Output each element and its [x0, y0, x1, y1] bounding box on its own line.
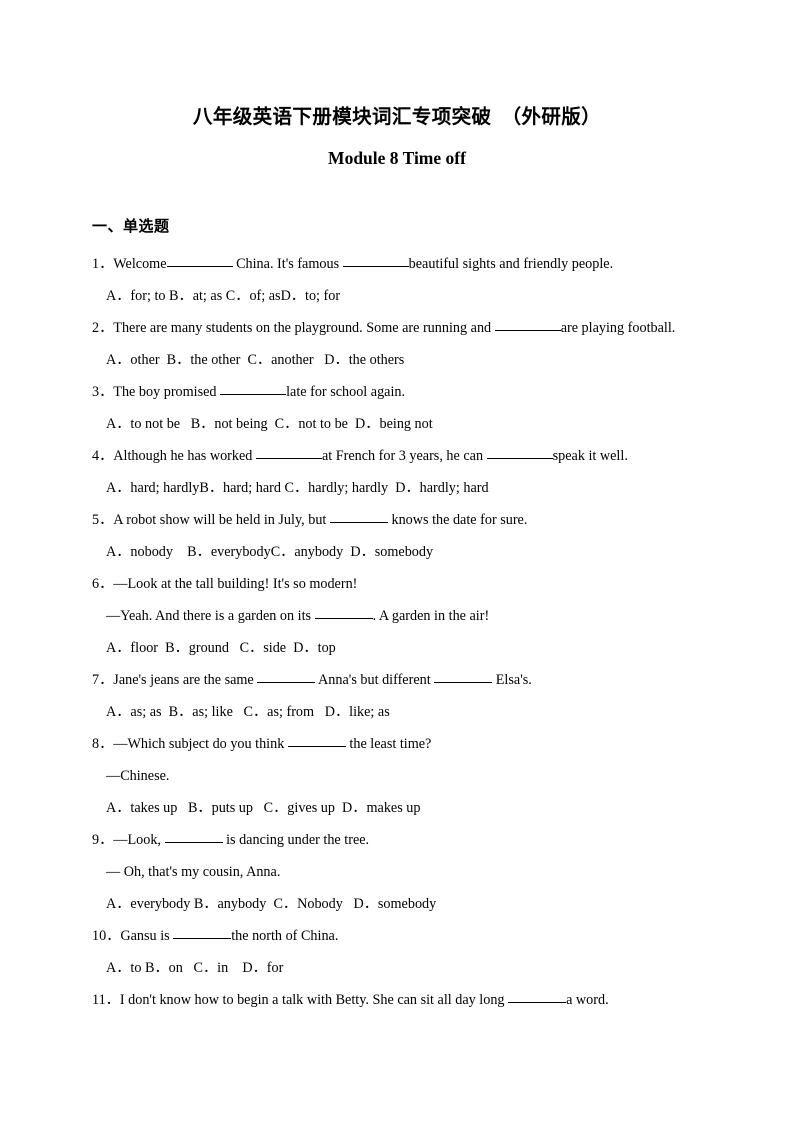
- question-number: 3．: [92, 384, 114, 400]
- question-options: A．hard; hardlyB．hard; hard C．hardly; har…: [106, 480, 489, 496]
- question-stem: 8．—Which subject do you think the least …: [92, 728, 712, 760]
- stem-text: beautiful sights and friendly people.: [408, 256, 614, 272]
- stem-text: China. It's famous: [232, 256, 343, 272]
- page-subtitle: Module 8 Time off: [328, 148, 466, 168]
- stem-text: speak it well.: [552, 448, 628, 464]
- question-stem: 9．—Look, is dancing under the tree.: [92, 824, 712, 856]
- question-number: 11．: [92, 992, 120, 1008]
- answer-blank: [287, 746, 346, 747]
- answer-blank: [494, 330, 561, 331]
- question-options: A．everybody B．anybody C．Nobody D．somebod…: [106, 896, 437, 912]
- stem-text: —Look at the tall building! It's so mode…: [113, 576, 358, 592]
- question-stem: 1．Welcome China. It's famous beautiful s…: [92, 248, 712, 280]
- section-heading: 一、单选题: [92, 219, 170, 235]
- question-number: 9．: [92, 832, 114, 848]
- question-number: 2．: [92, 320, 114, 336]
- question-options: A．to B．on C．in D．for: [106, 960, 284, 976]
- answer-blank: [342, 266, 409, 267]
- question-dialogue-line: —Chinese.: [106, 768, 170, 784]
- answer-blank: [255, 458, 322, 459]
- question-stem: 6．—Look at the tall building! It's so mo…: [92, 568, 712, 600]
- stem-text: —Look,: [113, 832, 165, 848]
- question-options: A．to not be B．not being C．not to be D．be…: [106, 416, 433, 432]
- answer-blank: [508, 1002, 567, 1003]
- question-options: A．as; as B．as; like C．as; from D．like; a…: [106, 704, 390, 720]
- question-options: A．takes up B．puts up C．gives up D．makes …: [106, 800, 421, 816]
- question-dialogue-line: —Yeah. And there is a garden on its . A …: [92, 600, 712, 632]
- answer-blank: [329, 522, 388, 523]
- question-stem: 2．There are many students on the playgro…: [92, 312, 712, 344]
- question-stem: 3．The boy promised late for school again…: [92, 376, 712, 408]
- page-title: 八年级英语下册模块词汇专项突破 （外研版）: [192, 107, 602, 128]
- question-stem: 10．Gansu is the north of China.: [92, 920, 712, 952]
- stem-text: The boy promised: [113, 384, 221, 400]
- answer-blank: [173, 938, 232, 939]
- answer-blank: [257, 682, 316, 683]
- stem-text: There are many students on the playgroun…: [113, 320, 495, 336]
- question-options: A．for; to B．at; as C．of; asD．to; for: [106, 288, 341, 304]
- question-number: 10．: [92, 928, 121, 944]
- answer-blank: [314, 618, 373, 619]
- question-number: 8．: [92, 736, 114, 752]
- answer-blank: [164, 842, 223, 843]
- question-options: A．other B．the other C．another D．the othe…: [106, 352, 405, 368]
- stem-text: is dancing under the tree.: [222, 832, 370, 848]
- question-number: 6．: [92, 576, 114, 592]
- stem-text: the north of China.: [231, 928, 339, 944]
- question-number: 7．: [92, 672, 114, 688]
- question-dialogue-line: — Oh, that's my cousin, Anna.: [106, 864, 281, 880]
- stem-text: —Which subject do you think: [113, 736, 288, 752]
- question-stem: 11．I don't know how to begin a talk with…: [92, 984, 712, 1016]
- question-stem: 7．Jane's jeans are the same Anna's but d…: [92, 664, 712, 696]
- stem-text: Jane's jeans are the same: [113, 672, 258, 688]
- document-page: 八年级英语下册模块词汇专项突破 （外研版） Module 8 Time off …: [0, 0, 794, 1123]
- stem-text: Elsa's.: [492, 672, 532, 688]
- answer-blank: [486, 458, 553, 459]
- stem-text: a word.: [566, 992, 609, 1008]
- stem-text: Although he has worked: [113, 448, 256, 464]
- stem-text: A robot show will be held in July, but: [113, 512, 330, 528]
- stem-text: are playing football.: [560, 320, 676, 336]
- question-stem: 4．Although he has worked at French for 3…: [92, 440, 712, 472]
- question-number: 1．: [92, 256, 114, 272]
- question-options: A．nobody B．everybodyC．anybody D．somebody: [106, 544, 434, 560]
- stem-text: I don't know how to begin a talk with Be…: [119, 992, 509, 1008]
- stem-text: knows the date for sure.: [387, 512, 528, 528]
- question-number: 4．: [92, 448, 114, 464]
- stem-text: the least time?: [345, 736, 432, 752]
- dialogue-text: . A garden in the air!: [372, 608, 490, 624]
- stem-text: Welcome: [113, 256, 167, 272]
- question-options: A．floor B．ground C．side D．top: [106, 640, 336, 656]
- dialogue-text: —Yeah. And there is a garden on its: [106, 608, 315, 624]
- stem-text: at French for 3 years, he can: [321, 448, 487, 464]
- answer-blank: [434, 682, 493, 683]
- question-stem: 5．A robot show will be held in July, but…: [92, 504, 712, 536]
- stem-text: Anna's but different: [315, 672, 435, 688]
- stem-text: late for school again.: [286, 384, 406, 400]
- answer-blank: [220, 394, 287, 395]
- stem-text: Gansu is: [120, 928, 174, 944]
- question-number: 5．: [92, 512, 114, 528]
- answer-blank: [166, 266, 233, 267]
- question-list: 1．Welcome China. It's famous beautiful s…: [92, 248, 712, 1016]
